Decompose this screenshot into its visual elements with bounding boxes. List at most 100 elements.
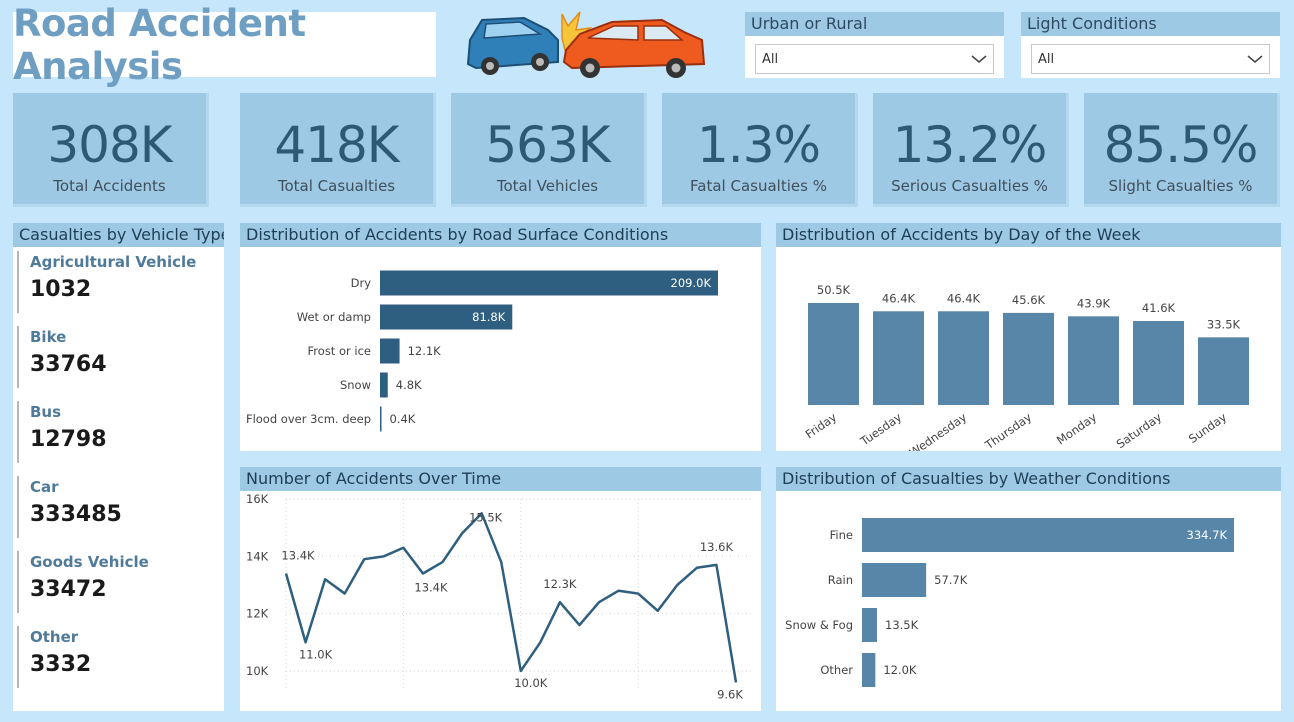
vehicle-value: 333485 xyxy=(30,502,122,527)
bar xyxy=(380,338,400,364)
bar xyxy=(862,563,927,597)
vehicle-name: Other xyxy=(30,628,79,646)
bar xyxy=(862,608,878,642)
y-tick-label: 10K xyxy=(246,664,269,678)
kpi-fatal-casualties: 1.3% Fatal Casualties % xyxy=(662,93,858,207)
category-label: Frost or ice xyxy=(308,344,371,358)
kpi-total-vehicles: 563K Total Vehicles xyxy=(451,93,647,207)
data-label: 81.8K xyxy=(472,310,506,324)
light-conditions-value: All xyxy=(1038,51,1055,67)
kpi-label: Total Vehicles xyxy=(496,177,599,195)
vehicle-card-goods: Goods Vehicle 33472 xyxy=(17,551,207,613)
y-tick-label: 12K xyxy=(246,607,269,621)
bar xyxy=(1068,316,1119,405)
vehicle-type-panel: Casualties by Vehicle Type Agricultural … xyxy=(13,223,224,711)
kpi-slight-casualties: 85.5% Slight Casualties % xyxy=(1084,93,1280,207)
vehicle-card-bus: Bus 12798 xyxy=(17,401,207,463)
slicer-light-conditions: Light Conditions All xyxy=(1021,12,1280,78)
category-label: Snow & Fog xyxy=(785,618,853,632)
vehicle-name: Bike xyxy=(30,328,67,346)
category-label: Fine xyxy=(830,528,853,542)
chevron-down-icon xyxy=(1247,55,1263,63)
vehicle-name: Car xyxy=(30,478,59,496)
bar xyxy=(808,303,859,405)
kpi-label: Total Accidents xyxy=(53,177,166,195)
category-label: Thursday xyxy=(982,410,1035,451)
category-label: Friday xyxy=(803,410,840,442)
vehicle-name: Goods Vehicle xyxy=(30,553,149,571)
data-label: 50.5K xyxy=(817,283,851,297)
series-line xyxy=(284,512,738,683)
data-label: 57.7K xyxy=(934,573,968,587)
data-label: 13.5K xyxy=(885,618,919,632)
bar xyxy=(862,518,1234,552)
bar xyxy=(380,406,382,432)
light-conditions-dropdown[interactable]: All xyxy=(1031,44,1270,74)
urban-rural-dropdown[interactable]: All xyxy=(755,44,994,74)
data-label: 15.5K xyxy=(469,510,503,524)
vehicle-value: 1032 xyxy=(30,277,92,302)
kpi-value: 13.2% xyxy=(892,116,1048,174)
slicer-light-conditions-label: Light Conditions xyxy=(1021,12,1280,36)
data-label: 13.4K xyxy=(281,549,315,563)
data-label: 10.0K xyxy=(514,676,548,690)
category-label: Flood over 3cm. deep xyxy=(246,412,371,426)
car-crash-logo-icon xyxy=(466,11,706,78)
accidents-over-time-panel: Number of Accidents Over Time 10K 12K 14K 1… xyxy=(240,467,761,722)
category-label: Tuesday xyxy=(857,410,904,449)
accidents-over-time-title: Number of Accidents Over Time xyxy=(240,467,761,491)
day-of-week-chart: 50.5K Friday 46.4K Tuesday 46.4K Wednesday 45.… xyxy=(803,283,1249,460)
data-label: 11.0K xyxy=(299,647,333,661)
vehicle-value: 3332 xyxy=(30,652,92,677)
day-of-week-panel: Distribution of Accidents by Day of the … xyxy=(776,223,1281,460)
x-tick-label: Jan 2022 xyxy=(494,709,546,711)
weather-chart: Fine 334.7K Rain 57.7K Snow & Fog 13.5K Other 1… xyxy=(785,518,1234,687)
data-label: 46.4K xyxy=(947,291,981,305)
category-label: Wednesday xyxy=(907,410,970,451)
kpi-total-accidents: 308K Total Accidents xyxy=(13,93,209,207)
kpi-label: Serious Casualties % xyxy=(891,177,1048,195)
weather-panel: Distribution of Casualties by Weather Co… xyxy=(776,467,1281,711)
road-surface-title: Distribution of Accidents by Road Surfac… xyxy=(240,223,761,247)
road-surface-panel: Distribution of Accidents by Road Surfac… xyxy=(240,223,761,451)
vehicle-type-title: Casualties by Vehicle Type xyxy=(13,223,224,247)
slicer-urban-rural-label: Urban or Rural xyxy=(745,12,1004,36)
data-label: 13.4K xyxy=(414,581,448,595)
urban-rural-value: All xyxy=(762,51,779,67)
page-title-box: Road Accident Analysis xyxy=(13,2,436,88)
category-label: Wet or damp xyxy=(297,310,371,324)
data-label: 209.0K xyxy=(671,276,712,290)
weather-title: Distribution of Casualties by Weather Co… xyxy=(776,467,1281,491)
data-label: 12.0K xyxy=(883,663,917,677)
bar xyxy=(873,311,924,405)
accidents-over-time-chart: 10K 12K 14K 16K Jan 2021 Jul 2021 Jan 2022 Jul … xyxy=(246,492,752,722)
vehicle-value: 33764 xyxy=(30,352,107,377)
y-tick-label: 16K xyxy=(246,492,269,506)
bar xyxy=(1198,337,1249,405)
category-label: Snow xyxy=(340,378,371,392)
category-label: Sunday xyxy=(1186,410,1229,446)
bar xyxy=(1133,320,1184,405)
kpi-value: 563K xyxy=(485,116,610,174)
kpi-value: 1.3% xyxy=(696,116,821,174)
kpi-label: Fatal Casualties % xyxy=(690,177,827,195)
data-label: 46.4K xyxy=(882,291,916,305)
x-tick-label: Jan 2021 xyxy=(260,709,312,711)
data-label: 43.9K xyxy=(1077,296,1111,310)
data-label: 41.6K xyxy=(1142,301,1176,315)
road-surface-chart: Dry 209.0K Wet or damp 81.8K Frost or ice 12.… xyxy=(246,270,718,432)
kpi-label: Total Casualties xyxy=(277,177,396,195)
day-of-week-title: Distribution of Accidents by Day of the … xyxy=(776,223,1281,247)
y-tick-label: 14K xyxy=(246,549,269,563)
data-label: 33.5K xyxy=(1207,317,1241,331)
vehicle-name: Bus xyxy=(30,403,62,421)
category-label: Saturday xyxy=(1114,410,1165,451)
x-tick-label: Jul 2022 xyxy=(614,709,662,711)
kpi-value: 418K xyxy=(274,116,399,174)
vehicle-value: 12798 xyxy=(30,427,107,452)
x-tick-label: Jul 2021 xyxy=(379,709,427,711)
vehicle-card-other: Other 3332 xyxy=(17,626,207,688)
data-label: 0.4K xyxy=(390,412,416,426)
data-label: 9.6K xyxy=(717,687,743,701)
kpi-value: 308K xyxy=(47,116,172,174)
